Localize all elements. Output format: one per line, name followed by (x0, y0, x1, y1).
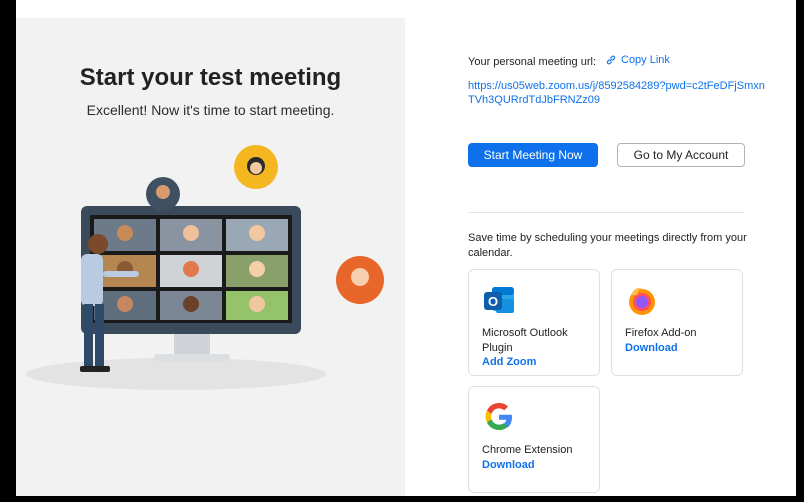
outlook-plugin-card: O Microsoft Outlook Plugin Add Zoom (468, 269, 600, 376)
monitor-base (154, 354, 230, 361)
google-icon (485, 403, 512, 430)
video-tile-grid (94, 219, 288, 320)
window-border-bottom (0, 496, 804, 502)
meeting-url-link[interactable]: https://us05web.zoom.us/j/8592584289?pwd… (468, 79, 768, 107)
firefox-icon (629, 287, 655, 315)
firefox-download-link[interactable]: Download (625, 342, 678, 354)
window-border-left (0, 0, 16, 502)
window-border-right (796, 0, 804, 502)
chrome-extension-card: Chrome Extension Download (468, 386, 600, 493)
top-strip (16, 0, 796, 18)
svg-text:O: O (488, 294, 498, 309)
chrome-download-link[interactable]: Download (482, 459, 535, 471)
outlook-icon: O (484, 287, 514, 313)
schedule-description: Save time by scheduling your meetings di… (468, 232, 747, 259)
page-subtitle: Excellent! Now it's time to start meetin… (86, 102, 335, 118)
go-to-my-account-button[interactable]: Go to My Account (617, 143, 745, 167)
video-meeting-illustration (26, 145, 384, 390)
add-zoom-link[interactable]: Add Zoom (482, 356, 536, 368)
right-panel: Your personal meeting url: Copy Link htt… (405, 18, 796, 496)
app-window: Start your test meeting Excellent! Now i… (0, 0, 804, 502)
section-divider (468, 212, 744, 213)
firefox-addon-card: Firefox Add-on Download (611, 269, 743, 376)
left-panel: Start your test meeting Excellent! Now i… (16, 18, 405, 496)
copy-link-button[interactable]: Copy Link (605, 54, 670, 66)
personal-meeting-url-label: Your personal meeting url: (468, 56, 597, 68)
chrome-extension-label: Chrome Extension (482, 444, 573, 456)
start-meeting-now-button[interactable]: Start Meeting Now (468, 143, 598, 167)
copy-link-label: Copy Link (621, 54, 670, 66)
floor-shadow (26, 358, 326, 390)
link-icon (606, 55, 616, 65)
outlook-plugin-label: Microsoft Outlook Plugin (482, 327, 568, 354)
page-title: Start your test meeting (79, 64, 342, 91)
firefox-addon-label: Firefox Add-on (625, 327, 697, 339)
monitor-stand (174, 334, 210, 356)
